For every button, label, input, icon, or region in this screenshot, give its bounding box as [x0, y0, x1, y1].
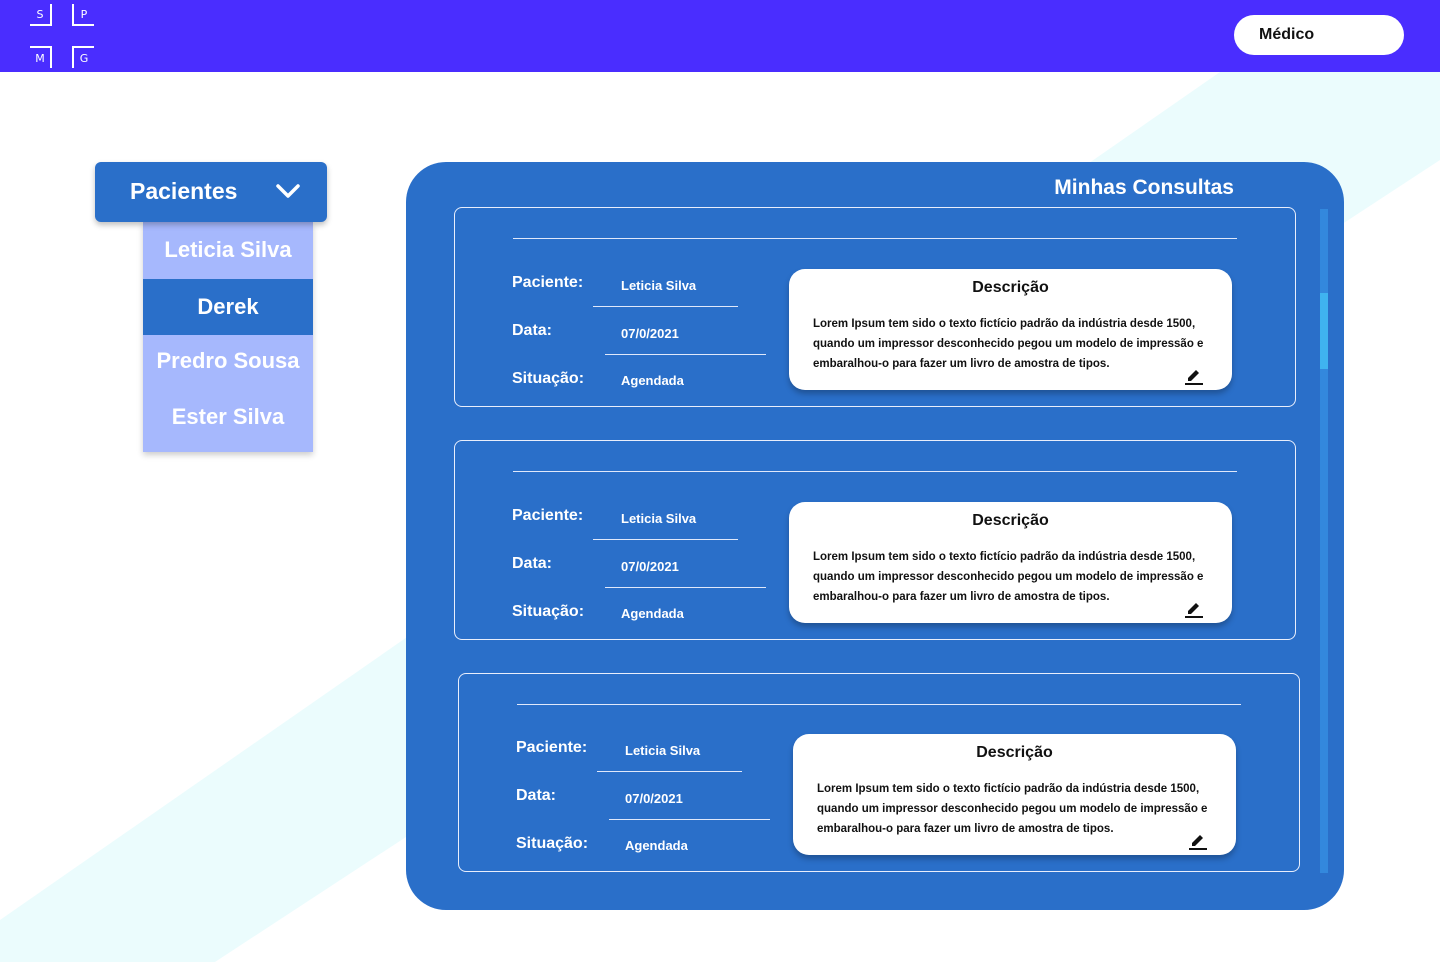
divider [513, 471, 1237, 472]
situacao-label: Situação: [512, 603, 585, 620]
pencil-icon[interactable] [1188, 832, 1208, 852]
divider [513, 238, 1237, 239]
situacao-label: Situação: [512, 370, 585, 387]
descricao-box: Descrição Lorem Ipsum tem sido o texto f… [789, 269, 1232, 390]
descricao-title: Descrição [972, 279, 1049, 296]
paciente-value: Leticia Silva [625, 743, 701, 758]
descricao-box: Descrição Lorem Ipsum tem sido o texto f… [789, 502, 1232, 623]
descricao-title: Descrição [976, 744, 1053, 761]
divider [593, 539, 738, 540]
divider [609, 819, 770, 820]
chevron-down-icon [276, 184, 300, 198]
dropdown-label: Pacientes [130, 178, 238, 204]
patient-item-derek[interactable]: Derek [143, 279, 313, 335]
patient-item-ester-silva[interactable]: Ester Silva [143, 389, 313, 445]
pencil-icon[interactable] [1184, 600, 1204, 620]
logo-letter-p: P [72, 4, 94, 26]
paciente-value: Leticia Silva [621, 278, 697, 293]
descricao-title: Descrição [972, 512, 1049, 529]
consultas-panel: Minhas Consultas Paciente: Leticia Silva… [406, 162, 1344, 910]
divider [605, 587, 766, 588]
logo[interactable]: S P M G [30, 4, 98, 72]
paciente-value: Leticia Silva [621, 511, 697, 526]
data-value: 07/0/2021 [621, 326, 679, 341]
situacao-value: Agendada [621, 373, 684, 388]
panel-title: Minhas Consultas [1054, 176, 1234, 199]
divider [593, 306, 738, 307]
patients-dropdown-button[interactable]: Pacientes [95, 162, 327, 222]
consulta-card: Paciente: Leticia Silva Data: 07/0/2021 … [454, 207, 1296, 407]
scrollbar[interactable] [1320, 209, 1328, 873]
scrollbar-thumb[interactable] [1320, 293, 1328, 369]
consulta-card: Paciente: Leticia Silva Data: 07/0/2021 … [454, 440, 1296, 640]
patient-item-leticia-silva[interactable]: Leticia Silva [143, 222, 313, 278]
logo-letter-m: M [30, 46, 52, 68]
data-label: Data: [516, 787, 557, 804]
data-label: Data: [512, 322, 553, 339]
descricao-text: Lorem Ipsum tem sido o texto fictício pa… [817, 783, 1208, 835]
paciente-label: Paciente: [516, 739, 588, 756]
consulta-card: Paciente: Leticia Silva Data: 07/0/2021 … [458, 673, 1300, 872]
situacao-value: Agendada [621, 606, 684, 621]
descricao-text: Lorem Ipsum tem sido o texto fictício pa… [813, 318, 1204, 370]
data-value: 07/0/2021 [621, 559, 679, 574]
data-value: 07/0/2021 [625, 791, 683, 806]
pencil-icon[interactable] [1184, 367, 1204, 387]
paciente-label: Paciente: [512, 274, 584, 291]
logo-letter-g: G [72, 46, 94, 68]
situacao-value: Agendada [625, 838, 688, 853]
patients-dropdown-list: Leticia Silva Derek Predro Sousa Ester S… [143, 222, 313, 452]
role-button[interactable]: Médico [1234, 15, 1404, 55]
top-bar: S P M G Médico [0, 0, 1440, 72]
divider [517, 704, 1241, 705]
descricao-box: Descrição Lorem Ipsum tem sido o texto f… [793, 734, 1236, 855]
situacao-label: Situação: [516, 835, 589, 852]
logo-letter-s: S [30, 4, 52, 26]
paciente-label: Paciente: [512, 507, 584, 524]
data-label: Data: [512, 555, 553, 572]
divider [605, 354, 766, 355]
descricao-text: Lorem Ipsum tem sido o texto fictício pa… [813, 551, 1204, 603]
patient-item-predro-sousa[interactable]: Predro Sousa [143, 333, 313, 389]
divider [597, 771, 742, 772]
